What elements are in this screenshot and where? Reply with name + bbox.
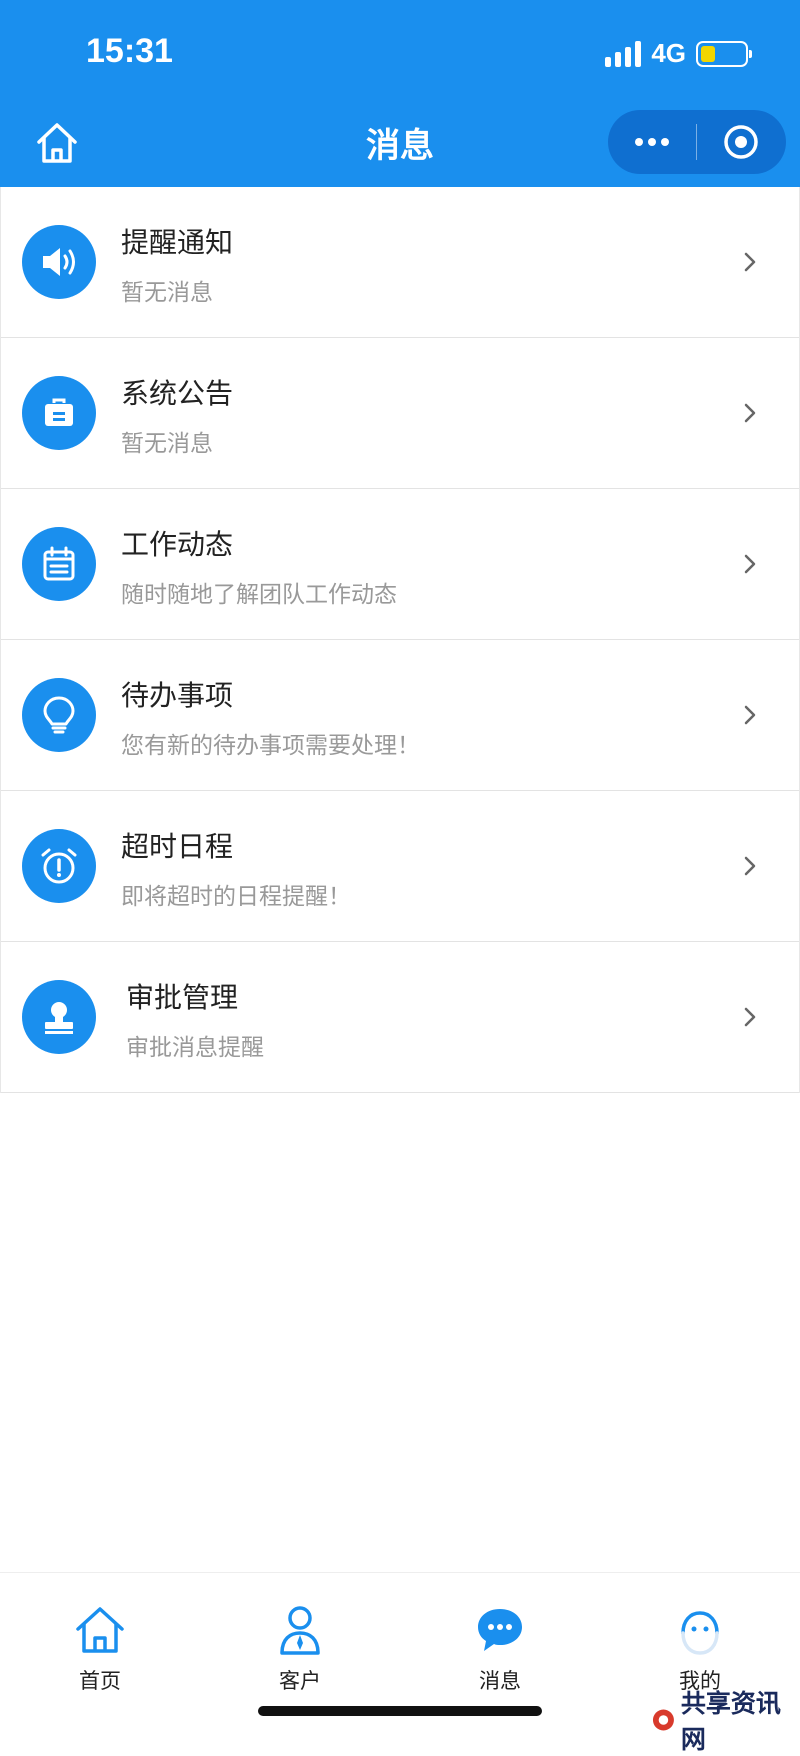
- speaker-icon: [22, 225, 96, 299]
- tab-label: 消息: [479, 1669, 521, 1693]
- tab-label: 首页: [79, 1669, 121, 1693]
- message-subtitle: 暂无消息: [121, 431, 213, 457]
- tab-customers[interactable]: 客户: [240, 1603, 360, 1695]
- stamp-icon: [22, 980, 96, 1054]
- message-list: 提醒通知 暂无消息 系统公告 暂无消息 工作动态 随时随地了解团队工作动态 待办…: [0, 187, 800, 1093]
- message-item-approval[interactable]: 审批管理 审批消息提醒: [1, 942, 799, 1093]
- calendar-icon: [22, 527, 96, 601]
- signal-icon: [605, 40, 642, 67]
- more-dot-icon: [661, 138, 669, 146]
- message-title: 待办事项: [121, 679, 234, 712]
- more-dot-icon: [635, 138, 643, 146]
- chevron-right-icon: [744, 403, 756, 423]
- more-button[interactable]: [608, 110, 696, 174]
- message-title: 提醒通知: [121, 226, 234, 259]
- network-type: 4G: [651, 38, 686, 68]
- chevron-right-icon: [744, 252, 756, 272]
- message-title: 系统公告: [121, 377, 234, 410]
- tab-profile[interactable]: 我的: [640, 1603, 760, 1695]
- home-indicator: [258, 1706, 542, 1716]
- close-button[interactable]: [697, 110, 785, 174]
- message-subtitle: 暂无消息: [121, 280, 213, 306]
- message-title: 工作动态: [121, 528, 234, 561]
- profile-icon: [681, 1611, 719, 1655]
- chevron-right-icon: [744, 1007, 756, 1027]
- watermark-logo-icon: [652, 1709, 674, 1731]
- message-item-todo[interactable]: 待办事项 您有新的待办事项需要处理！: [1, 640, 799, 791]
- message-subtitle: 随时随地了解团队工作动态: [121, 582, 397, 608]
- chevron-right-icon: [744, 856, 756, 876]
- watermark: 共享资讯网: [652, 1684, 800, 1756]
- message-title: 审批管理: [126, 981, 239, 1014]
- alarm-clock-icon: [22, 829, 96, 903]
- tab-messages[interactable]: 消息: [440, 1603, 560, 1695]
- home-icon: [76, 1607, 124, 1653]
- message-subtitle: 审批消息提醒: [126, 1035, 264, 1061]
- briefcase-icon: [22, 376, 96, 450]
- battery-icon: [696, 40, 752, 67]
- person-icon: [280, 1606, 320, 1655]
- message-subtitle: 您有新的待办事项需要处理！: [121, 733, 420, 759]
- message-title: 超时日程: [121, 830, 234, 863]
- watermark-text: 共享资讯网: [680, 1689, 781, 1754]
- chevron-right-icon: [744, 554, 756, 574]
- message-item-work-updates[interactable]: 工作动态 随时随地了解团队工作动态: [1, 489, 799, 640]
- chat-bubble-icon: [478, 1609, 522, 1651]
- tab-home[interactable]: 首页: [40, 1603, 160, 1695]
- nav-header: 15:31 4G 消息: [0, 0, 800, 187]
- status-indicators: 4G: [605, 38, 752, 69]
- message-item-reminder[interactable]: 提醒通知 暂无消息: [1, 187, 799, 338]
- status-time: 15:31: [86, 32, 173, 70]
- tab-label: 客户: [279, 1669, 321, 1693]
- message-item-overdue-schedule[interactable]: 超时日程 即将超时的日程提醒！: [1, 791, 799, 942]
- message-subtitle: 即将超时的日程提醒！: [121, 884, 351, 910]
- chevron-right-icon: [744, 705, 756, 725]
- more-dot-icon: [648, 138, 656, 146]
- lightbulb-icon: [22, 678, 96, 752]
- mini-program-capsule: [608, 110, 786, 174]
- message-item-announcement[interactable]: 系统公告 暂无消息: [1, 338, 799, 489]
- target-icon: [724, 125, 758, 159]
